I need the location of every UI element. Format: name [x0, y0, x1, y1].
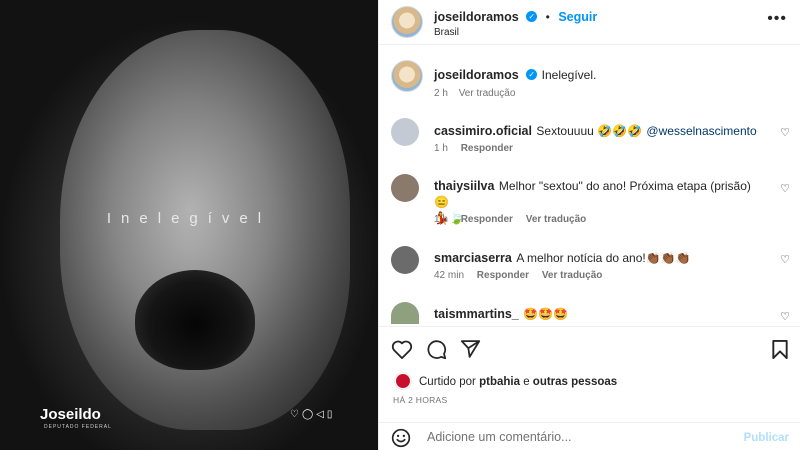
comment-meta: 42 min Responder Ver tradução — [434, 270, 602, 281]
image-overlay-icons: ♡ ◯ ◁ ▯ — [290, 410, 332, 420]
comment-icon[interactable] — [426, 339, 447, 360]
bookmark-icon[interactable] — [771, 339, 789, 360]
comment-like-heart-icon[interactable]: ♡ — [780, 126, 790, 139]
comment-text: A melhor notícia do ano!👏🏾👏🏾👏🏾 — [516, 251, 691, 265]
emoji-icon[interactable] — [391, 428, 411, 448]
comment-reply-button[interactable]: Responder — [477, 270, 529, 281]
separator-dot: • — [545, 10, 550, 24]
liked-by-line: Curtido por ptbahia e outras pessoas — [419, 376, 617, 388]
comment-meta: 1 h Responder — [434, 143, 513, 154]
mini-comment-icon: ◯ — [301, 409, 314, 420]
comment-reply-button[interactable]: Responder — [461, 143, 513, 154]
comment-avatar[interactable] — [391, 246, 419, 274]
caption-line: joseildoramos ✓ Inelegível. — [434, 66, 596, 84]
comment-meta: 1 h Responder Ver tradução — [434, 214, 586, 225]
mini-heart-icon: ♡ — [290, 409, 299, 420]
comment-like-heart-icon[interactable]: ♡ — [780, 182, 790, 195]
comment-translate-link[interactable]: Ver tradução — [542, 270, 603, 281]
post-header: joseildoramos ✓ • Seguir Brasil ••• — [379, 0, 800, 45]
image-brand-name: Joseildo — [40, 406, 101, 423]
send-icon[interactable] — [460, 339, 481, 359]
liked-by-others[interactable]: outras pessoas — [533, 376, 617, 388]
mini-send-icon: ◁ — [316, 409, 324, 420]
comment-text: 🤩🤩🤩 — [523, 307, 569, 321]
caption-text: Inelegível. — [541, 68, 597, 82]
comment-username[interactable]: taismmartins_ — [434, 307, 519, 321]
add-comment-bar: Publicar — [379, 422, 800, 450]
author-avatar[interactable] — [391, 6, 423, 38]
verified-icon: ✓ — [526, 11, 538, 23]
comment-avatar[interactable] — [391, 118, 419, 146]
comment-avatar[interactable] — [391, 174, 419, 202]
comment-time[interactable]: 42 min — [434, 270, 464, 281]
heart-icon[interactable] — [391, 339, 413, 359]
comment-input[interactable] — [427, 430, 727, 444]
comment-like-heart-icon[interactable]: ♡ — [780, 253, 790, 266]
comment-username[interactable]: smarciaserra — [434, 251, 512, 265]
location-label[interactable]: Brasil — [434, 27, 459, 38]
comment-translate-link[interactable]: Ver tradução — [526, 214, 587, 225]
caption-username[interactable]: joseildoramos — [434, 68, 519, 82]
comment-time[interactable]: 1 h — [434, 214, 448, 225]
liked-by-prefix: Curtido por — [419, 376, 476, 388]
face-shape — [60, 30, 350, 430]
comment-avatar[interactable] — [391, 302, 419, 324]
comment-mention[interactable]: @wesselnascimento — [646, 124, 756, 138]
comment-username[interactable]: thaiysiilva — [434, 179, 494, 193]
follow-button[interactable]: Seguir — [558, 10, 597, 24]
comment-line: cassimiro.oficial Sextouuuu 🤣🤣🤣 @wesseln… — [434, 122, 757, 140]
publish-button[interactable]: Publicar — [744, 432, 789, 444]
liked-by-user[interactable]: ptbahia — [479, 376, 520, 388]
caption-author-avatar[interactable] — [391, 60, 423, 92]
header-line: joseildoramos ✓ • Seguir — [434, 8, 597, 26]
comment-text: Sextouuuu 🤣🤣🤣 — [536, 124, 642, 138]
image-overlay-text: Inelegível — [106, 210, 272, 227]
post-timestamp[interactable]: HÁ 2 HORAS — [393, 395, 448, 405]
post-image[interactable]: Inelegível Joseildo DEPUTADO FEDERAL ♡ ◯… — [0, 0, 378, 450]
caption-time[interactable]: 2 h — [434, 88, 448, 99]
caption-meta: 2 h Ver tradução — [434, 88, 515, 99]
liked-by-avatar[interactable] — [395, 373, 411, 389]
author-username[interactable]: joseildoramos — [434, 10, 519, 24]
mini-bookmark-icon: ▯ — [326, 409, 333, 420]
comment-username[interactable]: cassimiro.oficial — [434, 124, 532, 138]
mouth-shape — [135, 270, 255, 370]
image-brand-subtitle: DEPUTADO FEDERAL — [44, 424, 112, 430]
comment-line: smarciaserra A melhor notícia do ano!👏🏾👏… — [434, 249, 691, 267]
more-horizontal-icon[interactable]: ••• — [767, 10, 787, 28]
comment-like-heart-icon[interactable]: ♡ — [780, 310, 790, 323]
comment-time[interactable]: 1 h — [434, 143, 448, 154]
comment-reply-button[interactable]: Responder — [461, 214, 513, 225]
comment-line: taismmartins_ 🤩🤩🤩 — [434, 305, 568, 323]
caption-verified-icon: ✓ — [526, 69, 538, 81]
post-panel: joseildoramos ✓ • Seguir Brasil ••• jose… — [378, 0, 800, 450]
liked-by-joiner: e — [523, 376, 530, 388]
caption-translate-link[interactable]: Ver tradução — [459, 88, 516, 99]
